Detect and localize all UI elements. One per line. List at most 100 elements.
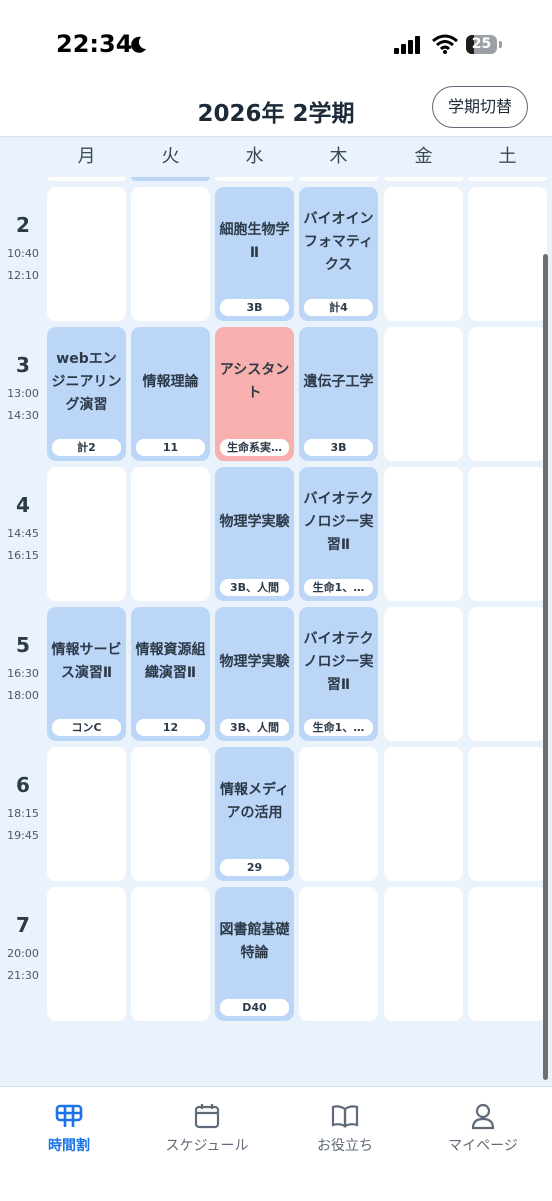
status-bar: 22:34 25 [0,0,552,80]
course-cell[interactable]: アシスタント 生命系実… [215,327,294,461]
prev-period-cell-edge [215,177,294,181]
room-badge: 生命1、… [304,719,373,736]
empty-cell[interactable] [131,467,210,601]
empty-cell[interactable] [47,187,126,321]
empty-cell[interactable] [131,887,210,1021]
course-name: 遺伝子工学 [303,373,374,390]
empty-cell[interactable] [131,187,210,321]
course-cell[interactable]: 物理学実験 3B、人間 [215,467,294,601]
header: 2026年 2学期 学期切替 [0,80,552,136]
period-start-time: 14:45 [7,527,39,540]
room-badge: 3B、人間 [220,579,289,596]
day-header: 火 [161,146,180,167]
empty-cell[interactable] [468,187,547,321]
period-label: 6 18:15 19:45 [0,773,46,847]
nav-item-person[interactable]: マイページ [414,1087,552,1167]
empty-cell[interactable] [131,747,210,881]
course-cell[interactable]: 遺伝子工学 3B [299,327,378,461]
course-cell[interactable]: 情報メディアの活用 29 [215,747,294,881]
empty-cell[interactable] [468,327,547,461]
empty-cell[interactable] [384,327,463,461]
empty-cell[interactable] [468,747,547,881]
room-badge: 12 [136,719,205,736]
empty-cell[interactable] [384,187,463,321]
empty-cell[interactable] [468,607,547,741]
calendar-icon [194,1104,220,1129]
period-end-time: 21:30 [7,969,39,982]
battery-icon: 25 [466,35,502,55]
scrollbar[interactable] [543,254,548,1080]
course-name: 情報理論 [142,373,199,390]
nav-label: マイページ [448,1138,518,1154]
period-start-time: 18:15 [7,807,39,820]
period-end-time: 16:15 [7,549,39,562]
course-name: 物理学実験 [219,513,290,530]
timetable: 月 火 水 木 金 土 2 10:40 12:10 細胞生物学Ⅱ 3B バイオインフォマティクス 計4 3… [0,136,552,1087]
day-header: 土 [498,146,517,167]
period-end-time: 19:45 [7,829,39,842]
course-name: バイオテクノロジー実習Ⅱ [303,490,374,553]
prev-period-cell-edge [131,177,210,181]
period-label: 3 13:00 14:30 [0,353,46,427]
empty-cell[interactable] [47,747,126,881]
empty-cell[interactable] [47,467,126,601]
empty-cell[interactable] [299,887,378,1021]
day-header: 水 [245,146,264,167]
empty-cell[interactable] [384,467,463,601]
period-number: 7 [16,913,30,937]
empty-cell[interactable] [468,887,547,1021]
room-badge: 計4 [304,299,373,316]
person-icon [471,1103,495,1130]
term-switch-button[interactable]: 学期切替 [432,86,528,128]
wifi-icon [432,34,458,54]
room-badge: 3B、人間 [220,719,289,736]
bottom-nav: 時間割 スケジュール お役立ち マイページ [0,1086,552,1201]
book-icon [331,1105,359,1128]
period-end-time: 18:00 [7,689,39,702]
empty-cell[interactable] [384,607,463,741]
room-badge: 生命系実… [220,439,289,456]
course-name: 情報サービス演習Ⅱ [51,642,122,681]
period-start-time: 20:00 [7,947,39,960]
course-cell[interactable]: 情報理論 11 [131,327,210,461]
period-number: 4 [16,493,30,517]
status-time: 22:34 [56,30,133,58]
nav-item-calendar[interactable]: スケジュール [138,1087,276,1167]
empty-cell[interactable] [47,887,126,1021]
empty-cell[interactable] [299,747,378,881]
period-number: 3 [16,353,30,377]
battery-level: 25 [471,36,492,52]
period-label: 7 20:00 21:30 [0,913,46,987]
room-badge: 11 [136,439,205,456]
course-name: バイオテクノロジー実習Ⅱ [303,630,374,693]
room-badge: 計2 [52,439,121,456]
course-cell[interactable]: webエンジニアリング演習計2 [47,327,126,461]
room-badge: コンC [52,719,121,736]
course-cell[interactable]: バイオテクノロジー実習Ⅱ 生命1、… [299,467,378,601]
course-name: webエンジニアリング演習 [51,350,122,413]
period-start-time: 16:30 [7,667,39,680]
nav-label: お役立ち [317,1138,373,1154]
course-cell[interactable]: 細胞生物学Ⅱ 3B [215,187,294,321]
nav-item-timetable[interactable]: 時間割 [0,1087,138,1167]
course-cell[interactable]: 物理学実験 3B、人間 [215,607,294,741]
room-badge: 29 [220,859,289,876]
day-header: 木 [329,146,348,167]
period-number: 5 [16,633,30,657]
course-cell[interactable]: 図書館基礎特論 D40 [215,887,294,1021]
nav-label: 時間割 [48,1138,90,1154]
empty-cell[interactable] [384,887,463,1021]
course-cell[interactable]: バイオインフォマティクス 計4 [299,187,378,321]
course-cell[interactable]: 情報サービス演習Ⅱ コンC [47,607,126,741]
course-cell[interactable]: バイオテクノロジー実習Ⅱ 生命1、… [299,607,378,741]
empty-cell[interactable] [468,467,547,601]
prev-period-cell-edge [384,177,463,181]
nav-item-book[interactable]: お役立ち [276,1087,414,1167]
empty-cell[interactable] [384,747,463,881]
course-cell[interactable]: 情報資源組織演習Ⅱ 12 [131,607,210,741]
day-header: 月 [77,146,96,167]
period-label: 2 10:40 12:10 [0,213,46,287]
period-number: 6 [16,773,30,797]
course-name: 物理学実験 [219,653,290,670]
period-start-time: 13:00 [7,387,39,400]
